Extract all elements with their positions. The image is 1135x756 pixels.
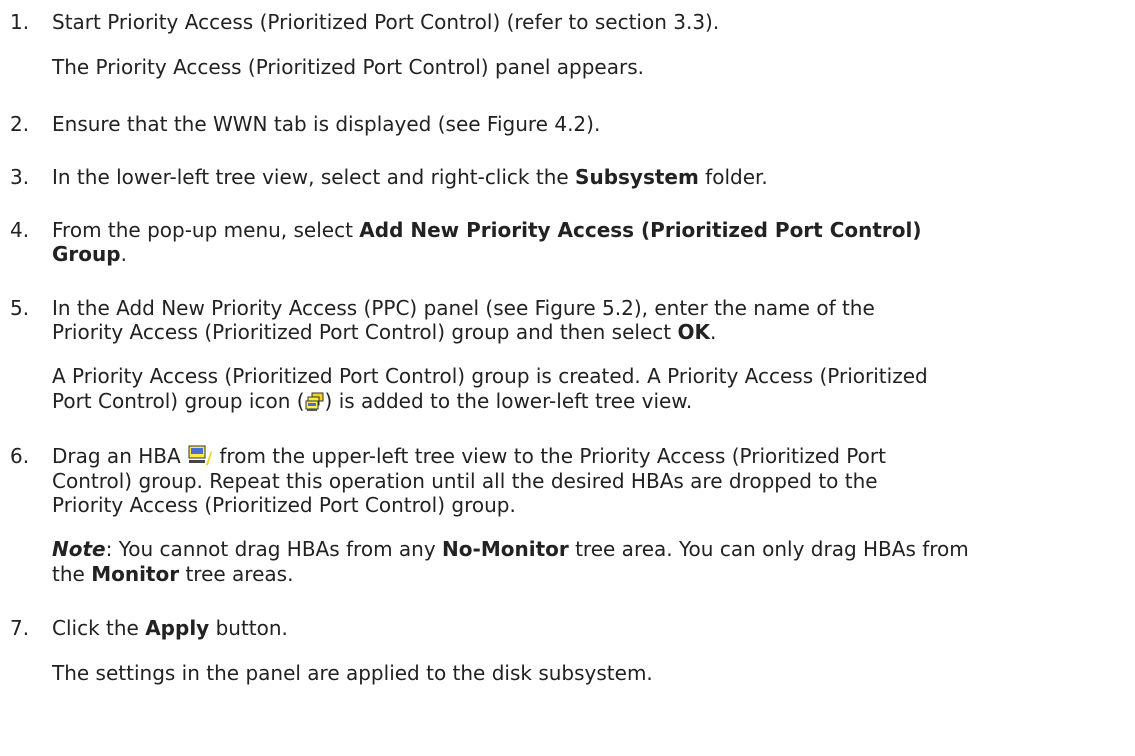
text-run: the <box>52 562 92 586</box>
ppc-group-icon <box>305 392 325 417</box>
step-number: 7. <box>10 616 30 640</box>
text-run: From the pop-up menu, select <box>52 218 360 242</box>
text-run: Click the <box>52 616 146 640</box>
step-text-cont: Control) group. Repeat this operation un… <box>52 469 878 493</box>
ui-term: No-Monitor <box>442 537 569 561</box>
step-number: 2. <box>10 112 30 136</box>
text-run: Drag an HBA <box>52 444 188 468</box>
text-run: tree areas. <box>179 562 294 586</box>
text-run: button. <box>209 616 288 640</box>
ui-term: OK <box>677 320 710 344</box>
step-text: In the lower-left tree view, select and … <box>52 165 768 189</box>
ui-term: Apply <box>145 616 210 640</box>
step-text-cont: Priority Access (Prioritized Port Contro… <box>52 493 516 517</box>
step-text-cont: Group. <box>52 242 127 266</box>
step-text: In the Add New Priority Access (PPC) pan… <box>52 296 875 320</box>
step-text: Click the Apply button. <box>52 616 288 640</box>
text-run: Port Control) group icon ( <box>52 389 305 413</box>
step-number: 6. <box>10 444 30 468</box>
step-text: Start Priority Access (Prioritized Port … <box>52 10 720 34</box>
step-number: 1. <box>10 10 30 34</box>
text-run: tree area. You can only drag HBAs from <box>568 537 969 561</box>
text-run: . <box>709 320 717 344</box>
text-run: from the upper-left tree view to the Pri… <box>213 444 886 468</box>
step-text: Drag an HBA from the upper-left tree vie… <box>52 444 886 472</box>
step-number: 4. <box>10 218 30 242</box>
note: Note: You cannot drag HBAs from any No-M… <box>52 537 969 561</box>
step-result: The settings in the panel are applied to… <box>52 661 653 685</box>
step-result-cont: Port Control) group icon ( ) is added to … <box>52 389 692 417</box>
hba-icon <box>187 445 213 472</box>
text-run: : You cannot drag HBAs from any <box>105 537 443 561</box>
ui-term: Group <box>52 242 121 266</box>
note-label: Note <box>52 537 106 561</box>
step-result: A Priority Access (Prioritized Port Cont… <box>52 364 928 388</box>
text-run: . <box>120 242 127 266</box>
text-run: In the lower-left tree view, select and … <box>52 165 576 189</box>
ui-term: Subsystem <box>575 165 699 189</box>
ui-term: Monitor <box>91 562 180 586</box>
note-cont: the Monitor tree areas. <box>52 562 293 586</box>
step-result: The Priority Access (Prioritized Port Co… <box>52 55 644 79</box>
text-run: Priority Access (Prioritized Port Contro… <box>52 320 678 344</box>
text-run: ) is added to the lower-left tree view. <box>324 389 693 413</box>
step-text: From the pop-up menu, select Add New Pri… <box>52 218 922 242</box>
ui-term: Add New Priority Access (Prioritized Por… <box>359 218 922 242</box>
step-text: Ensure that the WWN tab is displayed (se… <box>52 112 601 136</box>
step-number: 5. <box>10 296 30 320</box>
text-run: folder. <box>698 165 768 189</box>
step-number: 3. <box>10 165 30 189</box>
step-text-cont: Priority Access (Prioritized Port Contro… <box>52 320 716 344</box>
